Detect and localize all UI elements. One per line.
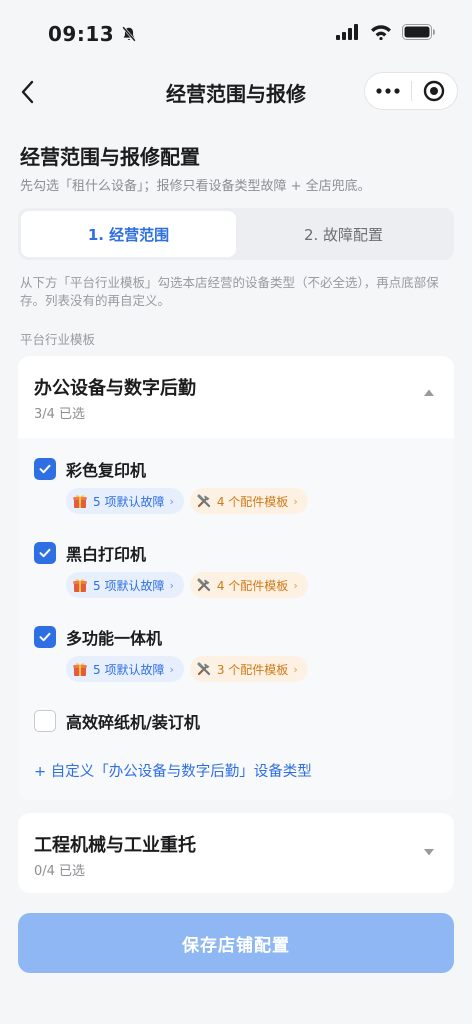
system-icons	[336, 24, 436, 40]
checkbox-checked[interactable]	[34, 458, 56, 480]
check-icon	[39, 548, 51, 558]
status-time-group: 09:13	[48, 22, 138, 46]
part-tag[interactable]: 4 个配件模板 ›	[189, 488, 308, 514]
category-card-engineering[interactable]: 工程机械与工业重托 0/4 已选	[18, 813, 454, 893]
gift-icon	[73, 579, 87, 592]
add-custom-type-link[interactable]: + 自定义「办公设备与数字后勤」设备类型	[34, 760, 312, 781]
status-time: 09:13	[48, 22, 115, 46]
part-tag[interactable]: 4 个配件模板 ›	[189, 572, 308, 598]
checkbox-checked[interactable]	[34, 626, 56, 648]
save-config-button[interactable]: 保存店铺配置	[18, 913, 454, 973]
chevron-right-icon: ›	[293, 494, 298, 508]
config-title: 经营范围与报修配置	[20, 145, 200, 169]
category-header[interactable]: 办公设备与数字后勤 3/4 已选	[18, 356, 454, 434]
fault-tag[interactable]: 5 项默认故障 ›	[66, 488, 184, 514]
more-button[interactable]	[365, 73, 411, 109]
item-tags: 5 项默认故障 › 4 个配件模板 ›	[66, 488, 308, 514]
chevron-right-icon: ›	[293, 578, 298, 592]
wifi-icon	[371, 25, 391, 40]
tab-business-scope[interactable]: 1. 经营范围	[21, 211, 236, 257]
nav-bar: 经营范围与报修	[0, 64, 472, 120]
checkbox-unchecked[interactable]	[34, 710, 56, 732]
fault-tag-label: 5 项默认故障	[93, 578, 165, 593]
status-bar: 09:13	[0, 0, 472, 70]
section-label: 平台行业模板	[20, 332, 96, 347]
chevron-right-icon: ›	[293, 662, 298, 676]
target-close-icon	[424, 80, 445, 102]
check-icon	[39, 464, 51, 474]
tab-fault-config[interactable]: 2. 故障配置	[236, 211, 451, 257]
close-miniprogram-button[interactable]	[412, 73, 458, 109]
fault-tag-label: 5 项默认故障	[93, 662, 165, 677]
signal-icon	[336, 24, 358, 40]
config-subtitle: 先勾选「租什么设备」；报修只看设备类型故障 + 全店兜底。	[20, 179, 371, 194]
fault-tag[interactable]: 5 项默认故障 ›	[66, 572, 184, 598]
part-tag-label: 4 个配件模板	[216, 494, 289, 509]
category-card-office: 办公设备与数字后勤 3/4 已选 彩色复印机 5 项默认故障 › 4 个配件模板…	[18, 356, 454, 800]
part-tag-label: 3 个配件模板	[216, 662, 289, 677]
tools-icon	[197, 662, 210, 676]
part-tag[interactable]: 3 个配件模板 ›	[189, 656, 308, 682]
tools-icon	[197, 494, 210, 508]
category-title: 工程机械与工业重托	[34, 835, 196, 856]
tab-bar: 1. 经营范围 2. 故障配置	[18, 208, 454, 260]
fault-tag-label: 5 项默认故障	[93, 494, 165, 509]
item-name: 彩色复印机	[66, 461, 147, 480]
item-name: 黑白打印机	[66, 545, 147, 564]
category-title: 办公设备与数字后勤	[34, 378, 196, 399]
more-dots-icon	[376, 88, 400, 94]
item-tags: 5 项默认故障 › 4 个配件模板 ›	[66, 572, 308, 598]
caret-down-icon	[424, 849, 434, 856]
check-icon	[39, 632, 51, 642]
gift-icon	[73, 663, 87, 676]
bell-muted-icon	[122, 26, 137, 42]
fault-tag[interactable]: 5 项默认故障 ›	[66, 656, 184, 682]
chevron-right-icon: ›	[169, 494, 174, 508]
battery-icon	[402, 24, 435, 40]
category-count: 0/4 已选	[34, 864, 86, 879]
item-tags: 5 项默认故障 › 3 个配件模板 ›	[66, 656, 308, 682]
checkbox-checked[interactable]	[34, 542, 56, 564]
tools-icon	[197, 578, 210, 592]
chevron-right-icon: ›	[169, 662, 174, 676]
mini-program-capsule	[364, 72, 458, 110]
gift-icon	[73, 495, 87, 508]
category-count: 3/4 已选	[34, 407, 86, 422]
caret-up-icon	[424, 389, 434, 396]
item-name: 多功能一体机	[66, 629, 163, 648]
item-name: 高效碎纸机/装订机	[66, 713, 200, 732]
chevron-right-icon: ›	[169, 578, 174, 592]
part-tag-label: 4 个配件模板	[216, 578, 289, 593]
instruction-text: 从下方「平台行业模板」勾选本店经营的设备类型（不必全选），再点底部保存。列表没有…	[20, 275, 439, 308]
category-items: 彩色复印机 5 项默认故障 › 4 个配件模板 › 黑白打印机 5 项默认故障 …	[18, 438, 454, 800]
